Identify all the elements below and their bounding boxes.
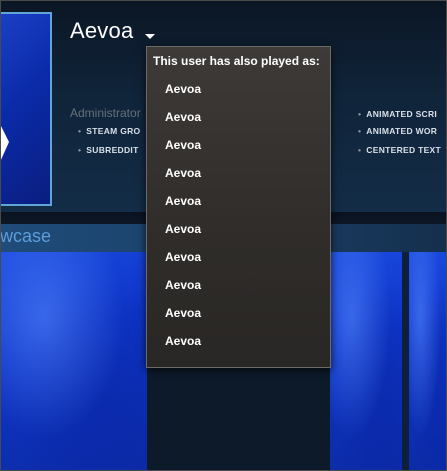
bullet-icon: •	[78, 145, 82, 155]
bullet-icon: •	[358, 126, 362, 136]
alias-history-item[interactable]: Aevoa	[165, 190, 315, 212]
profile-tag-label: CENTERED TEXT	[366, 145, 442, 155]
alias-history-item[interactable]: Aevoa	[165, 274, 315, 296]
alias-history-dropdown: This user has also played as: Aevoa Aevo…	[146, 46, 331, 368]
showcase-separator	[402, 252, 409, 471]
avatar-logo-mark	[0, 124, 9, 162]
profile-tag[interactable]: • ANIMATED WOR	[358, 126, 437, 136]
bullet-icon: •	[358, 145, 362, 155]
showcase-image[interactable]	[330, 252, 402, 471]
profile-tag-label: ANIMATED WOR	[366, 126, 438, 136]
profile-tag[interactable]: • SUBREDDIT	[78, 145, 139, 155]
bullet-icon: •	[358, 109, 362, 119]
alias-history-header: This user has also played as:	[153, 54, 320, 68]
alias-history-item[interactable]: Aevoa	[165, 302, 315, 324]
persona-name[interactable]: Aevoa	[70, 18, 133, 44]
alias-history-item[interactable]: Aevoa	[165, 134, 315, 156]
showcase-image[interactable]	[409, 252, 447, 471]
alias-history-item[interactable]: Aevoa	[165, 246, 315, 268]
alias-history-item[interactable]: Aevoa	[165, 78, 315, 100]
alias-history-item[interactable]: Aevoa	[165, 218, 315, 240]
avatar[interactable]	[0, 12, 52, 206]
profile-tag[interactable]: • STEAM GRO	[78, 126, 140, 136]
bullet-icon: •	[78, 126, 82, 136]
showcase-title: wcase	[0, 226, 52, 246]
alias-history-item[interactable]: Aevoa	[165, 330, 315, 352]
profile-tag[interactable]: • CENTERED TEXT	[358, 145, 441, 155]
showcase-image[interactable]	[0, 252, 147, 471]
profile-tag-label: SUBREDDIT	[86, 145, 139, 155]
profile-tag-label: ANIMATED SCRI	[366, 109, 438, 119]
profile-tag-label: STEAM GRO	[86, 126, 141, 136]
alias-history-item[interactable]: Aevoa	[165, 106, 315, 128]
alias-history-item[interactable]: Aevoa	[165, 162, 315, 184]
profile-tag[interactable]: • ANIMATED SCRI	[358, 109, 437, 119]
chevron-down-icon[interactable]	[145, 34, 155, 39]
role-label: Administrator	[70, 106, 141, 120]
